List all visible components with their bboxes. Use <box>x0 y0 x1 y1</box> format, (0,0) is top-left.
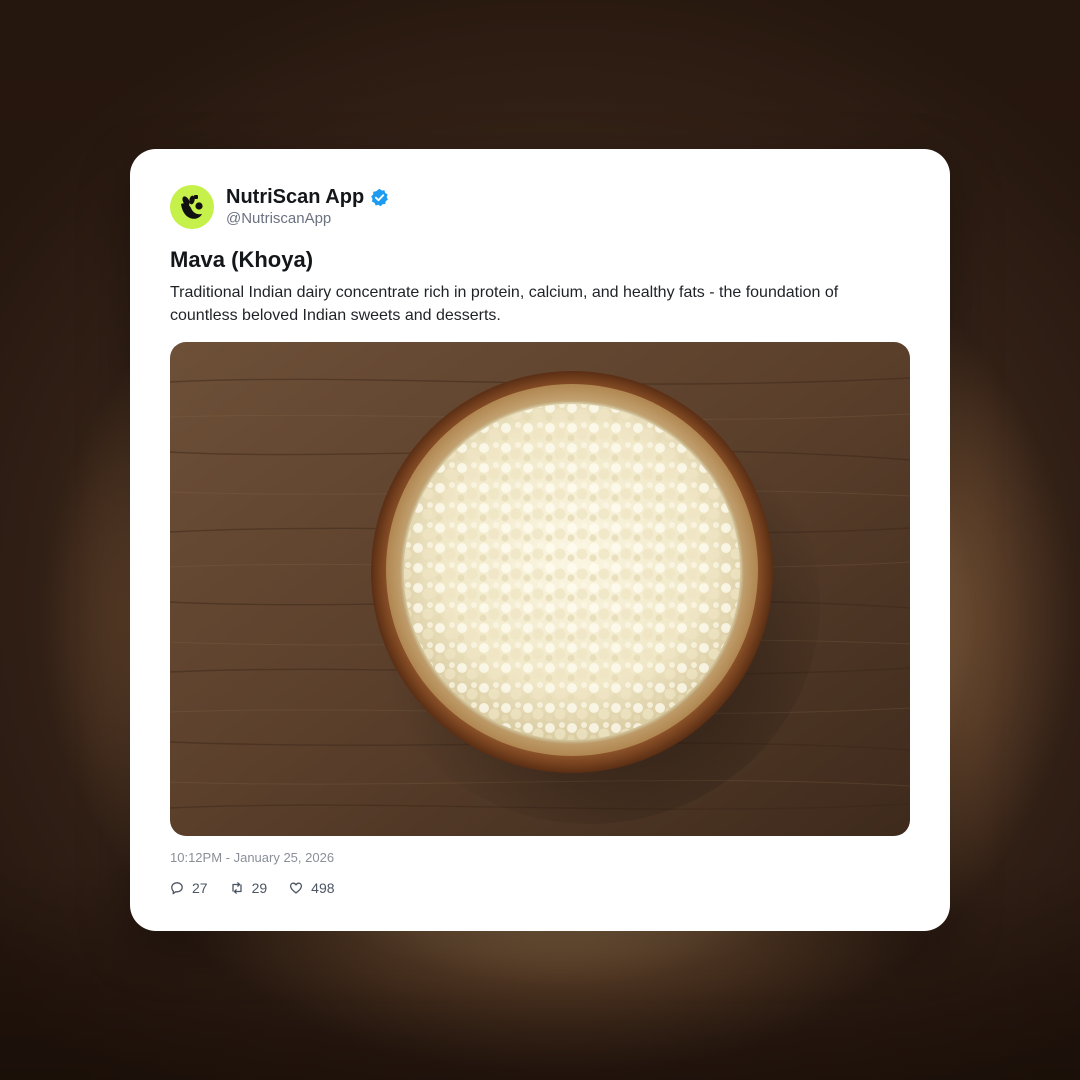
post-card: NutriScan App @NutriscanApp Mava (Khoya)… <box>130 149 950 931</box>
like-button[interactable]: 498 <box>289 880 335 896</box>
reply-count: 27 <box>192 880 208 896</box>
avatar[interactable] <box>170 185 214 229</box>
account-names: NutriScan App @NutriscanApp <box>226 185 389 229</box>
verified-badge-icon <box>371 188 389 206</box>
repost-count: 29 <box>251 880 268 896</box>
repost-icon <box>231 882 242 894</box>
post-title: Mava (Khoya) <box>170 247 314 272</box>
reply-icon <box>171 882 183 895</box>
nutriscan-logo-icon <box>181 195 203 219</box>
display-name[interactable]: NutriScan App <box>226 185 364 209</box>
like-count: 498 <box>311 880 335 896</box>
repost-button[interactable]: 29 <box>230 880 268 896</box>
account-handle[interactable]: @NutriscanApp <box>226 209 389 229</box>
post-image[interactable] <box>170 342 910 836</box>
post-header: NutriScan App @NutriscanApp <box>170 185 389 229</box>
mava-bowl-image <box>170 342 910 836</box>
reply-button[interactable]: 27 <box>170 880 208 896</box>
heart-icon <box>290 882 303 894</box>
engagement-stats: 27 29 498 <box>170 880 357 896</box>
post-timestamp[interactable]: 10:12PM - January 25, 2026 <box>170 850 334 865</box>
post-description: Traditional Indian dairy concentrate ric… <box>170 284 839 324</box>
name-row: NutriScan App <box>226 185 389 209</box>
